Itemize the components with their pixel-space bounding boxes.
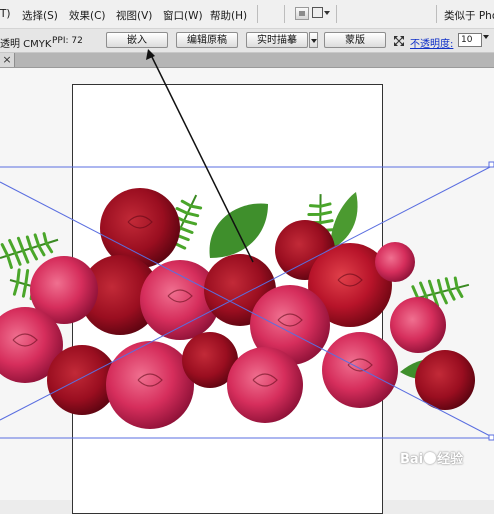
placed-image-layer[interactable]: [0, 0, 494, 500]
watermark-text: Bai: [400, 452, 424, 467]
leaf: [330, 192, 358, 250]
leaf: [209, 203, 268, 258]
watermark-text-2: 经验: [437, 452, 464, 467]
bounding-box-handle[interactable]: [488, 161, 494, 168]
paw-logo-icon: [424, 452, 437, 464]
watermark: Bai 经验: [400, 448, 463, 467]
bounding-box-handle[interactable]: [488, 434, 494, 441]
